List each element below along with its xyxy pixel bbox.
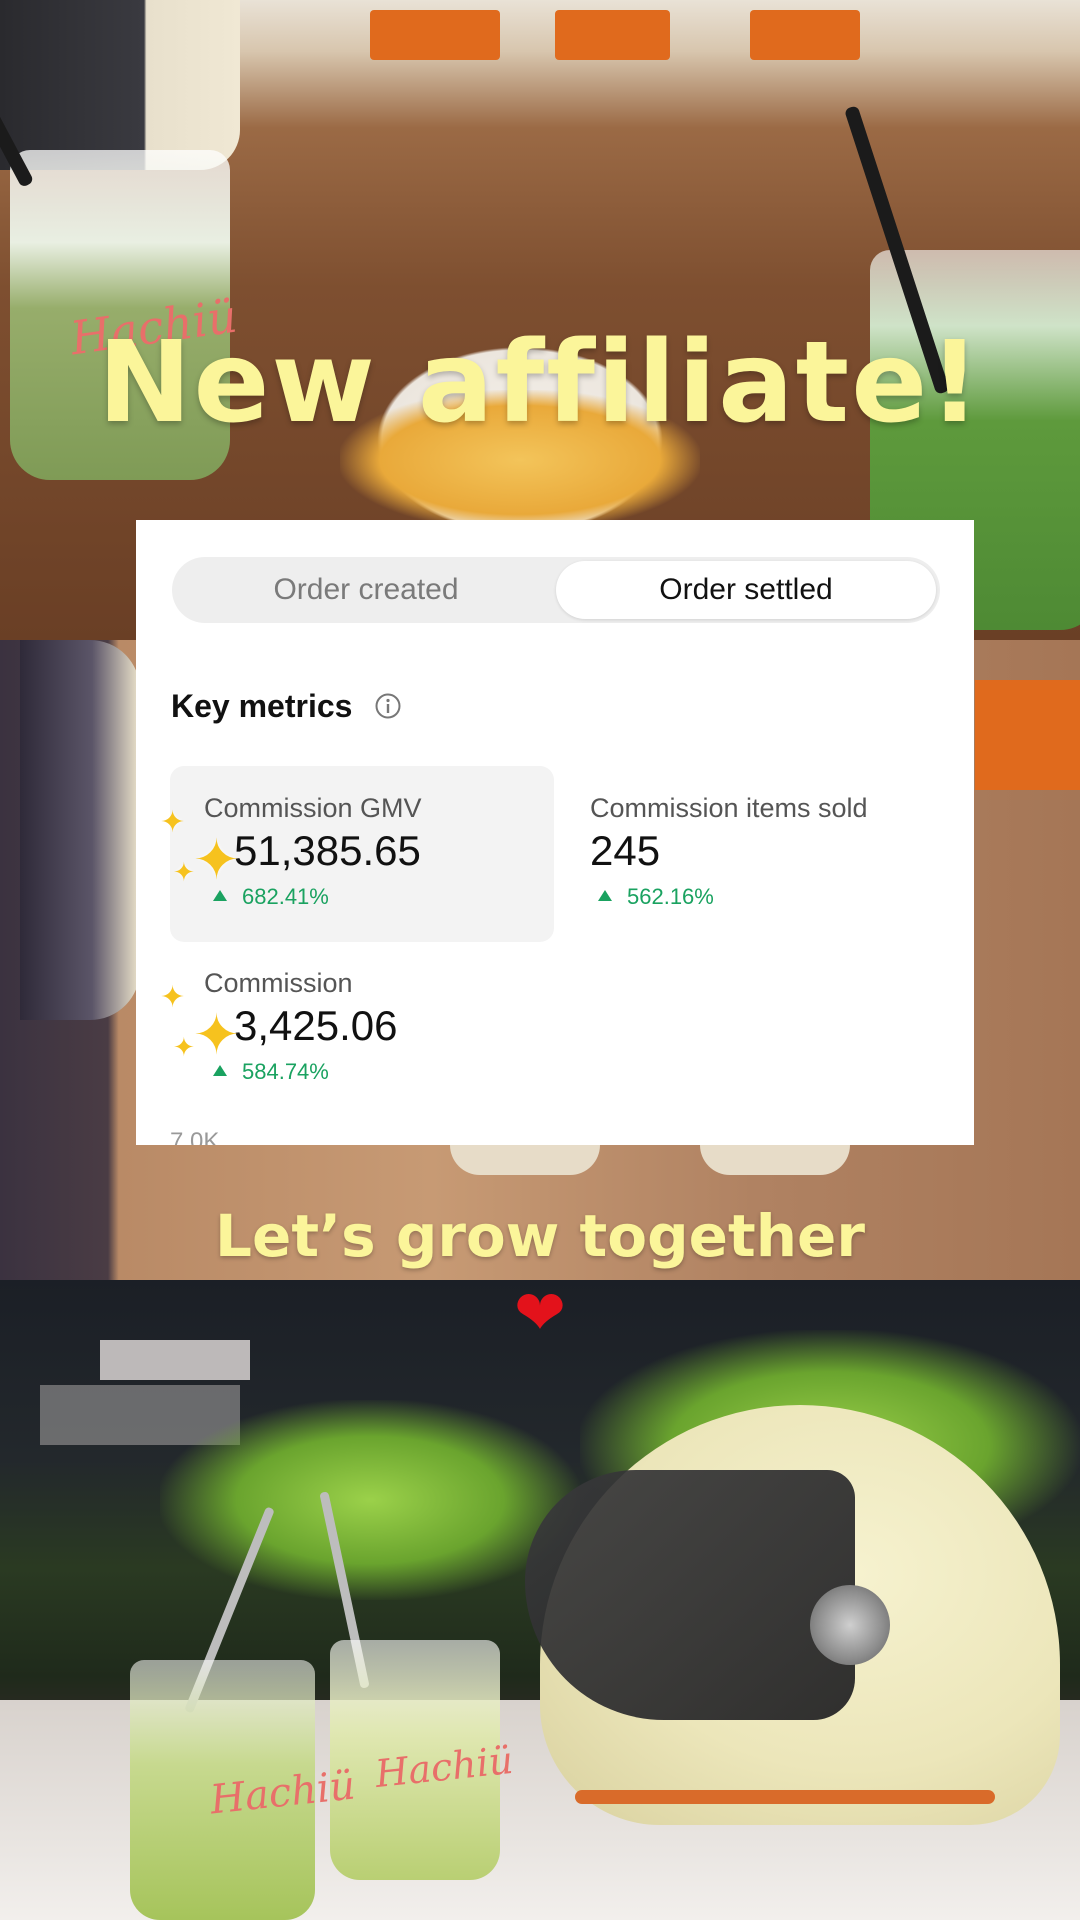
sparkle-icon: ✦ xyxy=(173,1033,195,1063)
jar xyxy=(700,1145,850,1175)
sparkle-icon: ✦ xyxy=(173,858,195,888)
metric-change: 682.41% xyxy=(242,884,329,909)
orange-chair xyxy=(370,10,500,60)
sparkle-icon: ✦ xyxy=(160,980,186,1015)
building xyxy=(100,1340,250,1380)
headline-new-affiliate: New affiliate! xyxy=(97,318,983,448)
orange-chair xyxy=(750,10,860,60)
heart-icon: ❤ xyxy=(514,1276,566,1349)
order-status-toggle: Order created Order settled xyxy=(172,557,940,623)
orange-chair xyxy=(975,680,1080,790)
metric-label: Commission items sold xyxy=(590,793,868,823)
metric-label: Commission xyxy=(204,968,353,998)
affiliate-metrics-card: Order created Order settled Key metrics … xyxy=(136,520,974,1145)
tagline-grow-together: Let’s grow together xyxy=(215,1202,865,1270)
helmet-visor xyxy=(525,1470,855,1720)
tab-order-settled[interactable]: Order settled xyxy=(556,561,936,619)
kettle xyxy=(0,0,240,170)
helmet-badge xyxy=(810,1585,890,1665)
chart-axis-label-cutoff: 7.0K xyxy=(170,1128,220,1145)
metric-label: Commission GMV xyxy=(204,793,422,823)
tab-order-created[interactable]: Order created xyxy=(176,561,556,619)
orange-chair xyxy=(555,10,670,60)
sparkle-icon: ✦ xyxy=(193,828,240,893)
palm-plant xyxy=(160,1400,580,1600)
sparkle-icon: ✦ xyxy=(193,1003,240,1068)
info-icon[interactable] xyxy=(374,692,402,720)
metric-change: 584.74% xyxy=(242,1059,329,1084)
up-arrow-icon xyxy=(598,890,612,901)
sparkle-icon: ✦ xyxy=(160,805,186,840)
jar xyxy=(450,1145,600,1175)
helmet-side xyxy=(20,640,140,1020)
metric-change: 562.16% xyxy=(627,884,714,909)
helmet-stripe xyxy=(575,1790,995,1804)
section-title-key-metrics: Key metrics xyxy=(171,688,353,724)
metric-value: 51,385.65 xyxy=(234,827,421,874)
metric-value: 245 xyxy=(590,827,661,874)
metric-value: 3,425.06 xyxy=(234,1002,398,1049)
